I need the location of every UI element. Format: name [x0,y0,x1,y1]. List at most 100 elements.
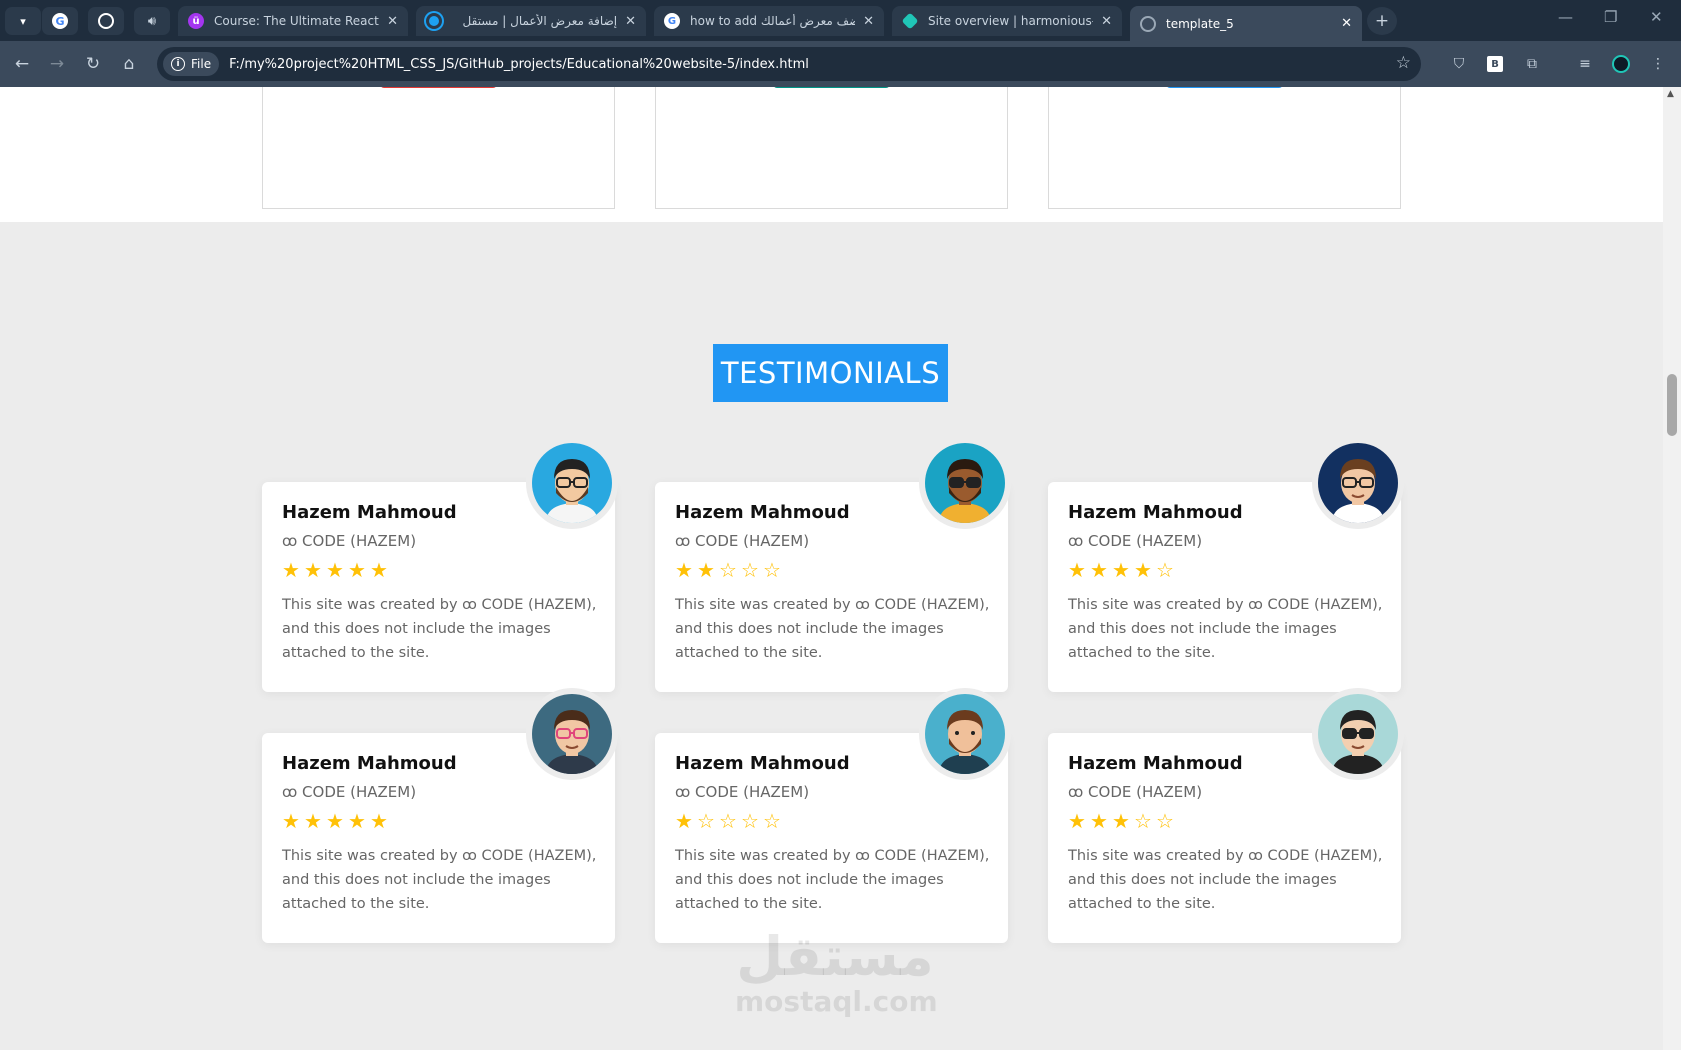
kebab-menu-icon[interactable]: ⋮ [1648,54,1668,74]
scrollbar-thumb[interactable] [1667,374,1677,436]
testimonial-name: Hazem Mahmoud [1068,502,1243,523]
testimonial-name: Hazem Mahmoud [282,502,457,523]
testimonial-role: ꝏ CODE (HAZEM) [1068,532,1203,550]
star-filled-icon: ★ [370,809,388,833]
pinned-tab-audio[interactable]: 🔊︎ [134,7,170,35]
restore-icon[interactable]: ❐ [1604,8,1617,26]
udemy-icon: ü [188,13,204,29]
course-card-button[interactable] [773,87,890,88]
profile-avatar-icon[interactable] [1611,54,1631,74]
address-bar[interactable]: i File F:/my%20project%20HTML_CSS_JS/Git… [157,47,1421,81]
testimonial-name: Hazem Mahmoud [1068,753,1243,774]
puzzle-extensions-icon[interactable]: ⧉ [1522,54,1542,74]
avatar-bearded-icon [925,694,1005,774]
close-icon[interactable]: ✕ [387,14,398,29]
tab-google-search[interactable]: G how to add اضف معرض أعمالك ✕ [654,6,884,36]
star-empty-icon: ☆ [741,558,759,582]
testimonials-heading: TESTIMONIALS [713,344,948,402]
star-filled-icon: ★ [697,558,715,582]
globe-icon [1140,15,1156,32]
window-close-icon[interactable]: ✕ [1650,8,1663,26]
forward-arrow-icon[interactable]: → [45,52,69,76]
site-info-chip[interactable]: i File [163,52,220,76]
url-text[interactable]: F:/my%20project%20HTML_CSS_JS/GitHub_pro… [229,57,809,72]
mostaql-icon [426,13,442,29]
tab-title: how to add اضف معرض أعمالك [690,14,856,28]
testimonial-role: ꝏ CODE (HAZEM) [282,532,417,550]
star-rating: ★ ★ ☆ ☆ ☆ [675,560,782,580]
avatar-glasses-icon [1318,443,1398,523]
testimonial-role: ꝏ CODE (HAZEM) [282,783,417,801]
avatar-pink-glasses-icon [532,694,612,774]
star-filled-icon: ★ [370,558,388,582]
avatar-dark-glasses-icon [1318,694,1398,774]
tab-bar: ▾ G 🔊︎ ü Course: The Ultimate React Cou … [0,0,1681,41]
page-scrollbar[interactable]: ▲ [1663,87,1681,1050]
star-filled-icon: ★ [326,809,344,833]
course-card-button[interactable] [1166,87,1283,88]
tab-search-button[interactable]: ▾ [5,7,41,35]
avatar-frame [1312,437,1404,529]
close-icon[interactable]: ✕ [863,14,874,29]
watermark-arabic: مستقل [736,925,934,988]
testimonial-text: This site was created by ꝏ CODE (HAZEM),… [1068,848,1383,912]
pinned-tab-chatgpt[interactable] [88,7,124,35]
speaker-icon: 🔊︎ [147,13,157,29]
star-empty-icon: ☆ [1156,558,1174,582]
tab-title: template_5 [1166,16,1234,31]
avatar-sunglasses-icon [925,443,1005,523]
chevron-down-icon: ▾ [20,14,26,28]
page-viewport: TESTIMONIALS Hazem Mahmoud ꝏ CODE (HAZEM… [0,87,1663,1050]
testimonial-card: Hazem Mahmoud ꝏ CODE (HAZEM) ★ ★ ★ ☆ ☆ This … [1048,688,1404,943]
course-card-button[interactable] [380,87,497,88]
testimonial-name: Hazem Mahmoud [675,502,850,523]
b-extension-icon[interactable]: B [1485,54,1505,74]
tab-template-5[interactable]: template_5 ✕ [1130,6,1362,41]
testimonial-card: Hazem Mahmoud ꝏ CODE (HAZEM) ★ ★ ★ ★ ★ This … [262,688,618,943]
reload-icon[interactable]: ↻ [81,52,105,76]
tab-title: Site overview | harmonious-gec [928,14,1093,28]
tab-netlify-site[interactable]: Site overview | harmonious-gec ✕ [892,6,1122,36]
star-filled-icon: ★ [1090,809,1108,833]
bookmark-star-icon[interactable]: ☆ [1396,53,1411,73]
star-filled-icon: ★ [348,809,366,833]
minimize-icon[interactable]: — [1558,8,1573,26]
star-empty-icon: ☆ [763,558,781,582]
netlify-icon [901,12,919,30]
star-empty-icon: ☆ [1156,809,1174,833]
watermark-latin: mostaql.com [735,985,938,1018]
avatar-frame [919,688,1011,780]
google-icon: G [52,13,68,29]
star-filled-icon: ★ [1068,558,1086,582]
mostaql-watermark: مستقل mostaql.com [735,925,938,1018]
google-icon: G [664,13,680,29]
course-card [655,87,1008,209]
new-tab-button[interactable]: + [1367,7,1397,35]
close-icon[interactable]: ✕ [625,14,636,29]
scroll-up-arrow-icon[interactable]: ▲ [1667,89,1674,99]
star-filled-icon: ★ [282,558,300,582]
testimonial-text: This site was created by ꝏ CODE (HAZEM),… [1068,597,1383,661]
avatar-beard-glasses-icon [532,443,612,523]
home-icon[interactable]: ⌂ [117,52,141,76]
avatar-frame [919,437,1011,529]
avatar-frame [526,437,618,529]
star-empty-icon: ☆ [763,809,781,833]
star-filled-icon: ★ [304,558,322,582]
pinned-tab-google[interactable]: G [42,7,78,35]
star-filled-icon: ★ [326,558,344,582]
media-control-icon[interactable]: ≡ [1575,54,1595,74]
tab-title: Course: The Ultimate React Cou [214,14,379,28]
tab-mostaql-portfolio[interactable]: إضافة معرض الأعمال | مستقل ✕ [416,6,646,36]
scheme-label: File [191,57,212,71]
testimonial-role: ꝏ CODE (HAZEM) [675,532,810,550]
star-rating: ★ ★ ★ ★ ☆ [1068,560,1175,580]
shield-extension-icon[interactable]: ⛉ [1449,54,1469,74]
tab-udemy-course[interactable]: ü Course: The Ultimate React Cou ✕ [178,6,408,36]
testimonial-role: ꝏ CODE (HAZEM) [675,783,810,801]
close-icon[interactable]: ✕ [1341,16,1352,31]
testimonial-card: Hazem Mahmoud ꝏ CODE (HAZEM) ★ ☆ ☆ ☆ ☆ This … [655,688,1011,943]
close-icon[interactable]: ✕ [1101,14,1112,29]
tab-title: إضافة معرض الأعمال | مستقل [462,14,618,28]
back-arrow-icon[interactable]: ← [10,52,34,76]
